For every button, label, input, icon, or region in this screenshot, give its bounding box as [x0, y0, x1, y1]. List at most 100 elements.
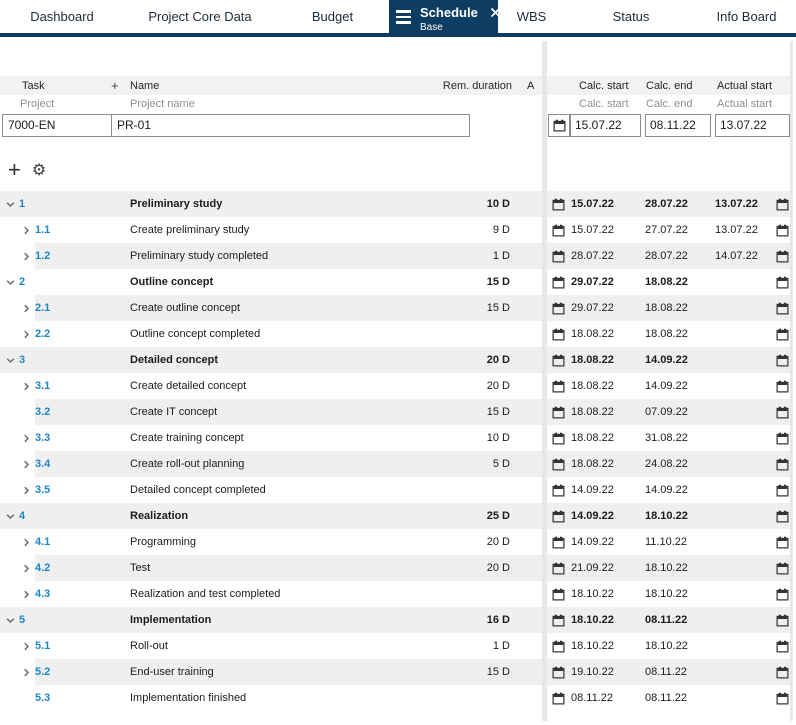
task-number[interactable]: 4 [19, 510, 25, 522]
task-name-cell[interactable]: Realization [130, 510, 420, 522]
tab-schedule[interactable]: Schedule Base [389, 0, 500, 33]
task-name-cell[interactable]: Implementation [130, 614, 420, 626]
chevron-right-icon[interactable] [21, 537, 35, 548]
task-name-cell[interactable]: Create IT concept [130, 406, 420, 418]
task-duration-cell[interactable]: 15 D [420, 276, 512, 288]
calc-end-cell[interactable]: 07.09.22 [643, 406, 713, 418]
task-number[interactable]: 4.2 [35, 562, 50, 574]
calendar-icon[interactable] [775, 328, 790, 341]
task-duration-cell[interactable]: 1 D [420, 250, 512, 262]
task-name-cell[interactable]: Outline concept [130, 276, 420, 288]
panel-splitter[interactable] [542, 41, 547, 721]
chevron-right-icon[interactable] [21, 485, 35, 496]
task-name-cell[interactable]: Preliminary study [130, 198, 420, 210]
calc-end-cell[interactable]: 11.10.22 [643, 536, 713, 548]
chevron-right-icon[interactable] [21, 329, 35, 340]
tab-wbs[interactable]: WBS [498, 0, 565, 33]
task-duration-cell[interactable]: 10 D [420, 432, 512, 444]
calendar-icon[interactable] [775, 224, 790, 237]
chevron-right-icon[interactable] [21, 667, 35, 678]
task-name-cell[interactable]: Roll-out [130, 640, 420, 652]
calc-end-cell[interactable]: 08.11.22 [643, 692, 713, 704]
task-name-cell[interactable]: Implementation finished [130, 692, 420, 704]
task-number[interactable]: 3.1 [35, 380, 50, 392]
task-name-cell[interactable]: Detailed concept [130, 354, 420, 366]
calendar-icon[interactable] [547, 484, 569, 497]
tab-info-board[interactable]: Info Board [697, 0, 796, 33]
calc-start-cell[interactable]: 14.09.22 [569, 536, 643, 548]
task-name-cell[interactable]: Create roll-out planning [130, 458, 420, 470]
calc-end-cell[interactable]: 27.07.22 [643, 224, 713, 236]
calc-start-cell[interactable]: 19.10.22 [569, 666, 643, 678]
task-name-cell[interactable]: Preliminary study completed [130, 250, 420, 262]
calendar-icon[interactable] [547, 458, 569, 471]
calc-start-input[interactable]: 15.07.22 [570, 114, 641, 137]
tab-status[interactable]: Status [565, 0, 697, 33]
chevron-down-icon[interactable] [5, 199, 19, 210]
column-header-rem-duration[interactable]: Rem. duration [420, 80, 512, 92]
calendar-icon[interactable] [547, 536, 569, 549]
calc-start-cell[interactable]: 18.10.22 [569, 588, 643, 600]
add-column-icon[interactable]: + [111, 76, 119, 95]
task-number[interactable]: 3.4 [35, 458, 50, 470]
task-duration-cell[interactable]: 25 D [420, 510, 512, 522]
task-name-cell[interactable]: Create training concept [130, 432, 420, 444]
chevron-right-icon[interactable] [21, 303, 35, 314]
calc-start-cell[interactable]: 18.08.22 [569, 328, 643, 340]
chevron-right-icon[interactable] [21, 641, 35, 652]
task-duration-cell[interactable]: 20 D [420, 562, 512, 574]
calendar-icon[interactable] [547, 276, 569, 289]
task-name-cell[interactable]: Detailed concept completed [130, 484, 420, 496]
calc-start-cell[interactable]: 14.09.22 [569, 484, 643, 496]
task-name-cell[interactable]: Create preliminary study [130, 224, 420, 236]
task-number[interactable]: 5.2 [35, 666, 50, 678]
calendar-icon[interactable] [775, 510, 790, 523]
project-id-input[interactable]: 7000-EN [3, 115, 112, 136]
calendar-icon[interactable] [775, 302, 790, 315]
task-name-cell[interactable]: Test [130, 562, 420, 574]
task-number[interactable]: 4.3 [35, 588, 50, 600]
calendar-icon[interactable] [775, 588, 790, 601]
tab-project-core-data[interactable]: Project Core Data [124, 0, 276, 33]
calendar-icon[interactable] [547, 640, 569, 653]
task-number[interactable]: 1 [19, 198, 25, 210]
calc-start-cell[interactable]: 18.08.22 [569, 432, 643, 444]
calc-start-cell[interactable]: 29.07.22 [569, 276, 643, 288]
calc-start-cell[interactable]: 18.10.22 [569, 640, 643, 652]
column-header-calc-start[interactable]: Calc. start [569, 80, 643, 92]
chevron-right-icon[interactable] [21, 563, 35, 574]
calendar-icon[interactable] [547, 328, 569, 341]
column-header-a[interactable]: A [512, 80, 542, 92]
task-number[interactable]: 3 [19, 354, 25, 366]
calendar-icon[interactable] [775, 536, 790, 549]
calc-start-cell[interactable]: 18.08.22 [569, 354, 643, 366]
task-number[interactable]: 3.2 [35, 406, 50, 418]
actual-start-input[interactable]: 13.07.22 [715, 114, 790, 137]
calc-end-cell[interactable]: 28.07.22 [643, 198, 713, 210]
calendar-icon[interactable] [775, 458, 790, 471]
calc-start-cell[interactable]: 21.09.22 [569, 562, 643, 574]
calendar-icon[interactable] [547, 250, 569, 263]
tab-dashboard[interactable]: Dashboard [0, 0, 124, 33]
task-name-cell[interactable]: Programming [130, 536, 420, 548]
task-duration-cell[interactable]: 15 D [420, 406, 512, 418]
task-number[interactable]: 1.2 [35, 250, 50, 262]
calendar-icon[interactable] [775, 562, 790, 575]
task-duration-cell[interactable]: 15 D [420, 302, 512, 314]
calc-end-cell[interactable]: 28.07.22 [643, 250, 713, 262]
task-number[interactable]: 1.1 [35, 224, 50, 236]
task-name-cell[interactable]: End-user training [130, 666, 420, 678]
column-header-task[interactable]: Task [0, 80, 45, 92]
calendar-icon[interactable] [547, 588, 569, 601]
calendar-icon[interactable] [547, 510, 569, 523]
calc-start-cell[interactable]: 18.08.22 [569, 458, 643, 470]
task-number[interactable]: 5 [19, 614, 25, 626]
calc-end-cell[interactable]: 18.10.22 [643, 588, 713, 600]
calendar-icon[interactable] [775, 640, 790, 653]
calc-start-cell[interactable]: 15.07.22 [569, 224, 643, 236]
gear-icon[interactable]: ⚙ [32, 161, 46, 179]
calendar-icon[interactable] [775, 276, 790, 289]
calendar-icon[interactable] [775, 692, 790, 705]
calc-end-cell[interactable]: 18.08.22 [643, 276, 713, 288]
calendar-icon[interactable] [775, 432, 790, 445]
